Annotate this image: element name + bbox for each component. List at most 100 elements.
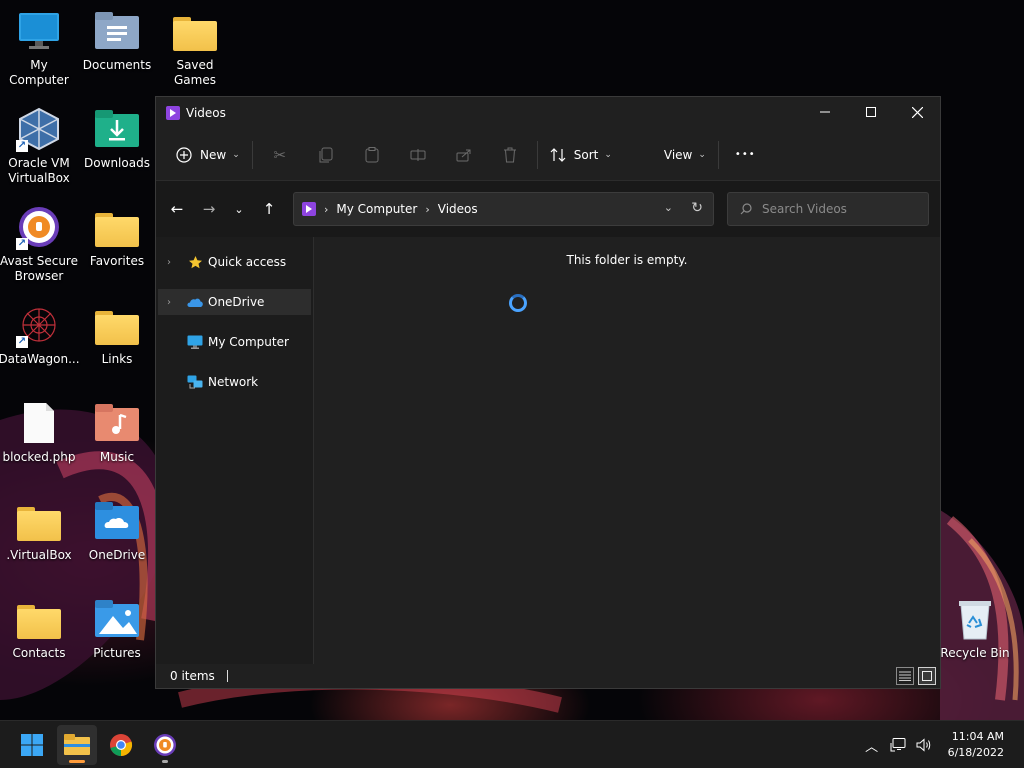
clock-date: 6/18/2022 bbox=[947, 746, 1004, 759]
command-bar: New ⌄ ✂ Sort ⌄ View ⌄ ••• bbox=[156, 129, 940, 181]
desktop-icon-label: OneDrive bbox=[88, 548, 146, 562]
search-box[interactable] bbox=[727, 192, 929, 226]
desktop-icon-pictures[interactable]: Pictures bbox=[78, 596, 156, 661]
copy-button[interactable] bbox=[303, 139, 349, 171]
datawagon-icon: ↗ bbox=[16, 302, 62, 348]
nav-item-label: Network bbox=[208, 375, 259, 389]
desktop-icon-onedrive[interactable]: OneDrive bbox=[78, 498, 156, 563]
search-icon bbox=[740, 203, 752, 215]
up-button[interactable]: ↑ bbox=[253, 193, 285, 225]
chevron-up-icon: ︿ bbox=[865, 739, 879, 755]
desktop-icon-virtualbox[interactable]: ↗ Oracle VM VirtualBox bbox=[0, 106, 78, 186]
paste-button[interactable] bbox=[349, 139, 395, 171]
close-icon bbox=[911, 106, 923, 118]
view-label: View bbox=[663, 147, 693, 162]
nav-item-onedrive[interactable]: › OneDrive bbox=[158, 289, 311, 315]
avast-browser-icon: ↗ bbox=[16, 204, 62, 250]
taskbar-avast-browser[interactable] bbox=[145, 725, 185, 765]
desktop-icon-label: Links bbox=[101, 352, 133, 366]
address-dropdown-button[interactable]: ⌄ bbox=[664, 201, 673, 214]
chevron-down-icon: ⌄ bbox=[604, 149, 612, 160]
star-icon bbox=[186, 254, 204, 270]
chevron-down-icon: ⌄ bbox=[698, 149, 706, 160]
refresh-button[interactable]: ↻ bbox=[691, 200, 703, 216]
videos-folder-icon bbox=[166, 106, 180, 120]
desktop-icon-label: My Computer bbox=[9, 58, 69, 87]
more-options-button[interactable]: ••• bbox=[723, 139, 764, 171]
desktop-icon-label: blocked.php bbox=[2, 450, 76, 464]
desktop-icon-favorites[interactable]: Favorites bbox=[78, 204, 156, 269]
desktop-icon-label: Avast Secure Browser bbox=[0, 254, 78, 283]
network-status-button[interactable] bbox=[886, 733, 910, 757]
desktop-icon-recycle-bin[interactable]: Recycle Bin bbox=[936, 596, 1014, 661]
minimize-button[interactable] bbox=[802, 97, 848, 127]
cut-button[interactable]: ✂ bbox=[257, 139, 303, 171]
desktop-icon-virtualbox-folder[interactable]: .VirtualBox bbox=[0, 498, 78, 563]
sort-button[interactable]: Sort ⌄ bbox=[542, 139, 620, 171]
search-input[interactable] bbox=[762, 202, 922, 216]
desktop-icon-blocked-php[interactable]: blocked.php bbox=[0, 400, 78, 465]
desktop-icon-music[interactable]: Music bbox=[78, 400, 156, 465]
taskbar-chrome[interactable] bbox=[101, 725, 141, 765]
start-button[interactable] bbox=[12, 725, 52, 765]
desktop-icon-label: Saved Games bbox=[174, 58, 216, 87]
shortcut-arrow-icon: ↗ bbox=[16, 336, 28, 348]
desktop-icon-my-computer[interactable]: My Computer bbox=[0, 8, 78, 88]
desktop-icon-saved-games[interactable]: Saved Games bbox=[156, 8, 234, 88]
cloud-icon bbox=[186, 294, 204, 310]
desktop-icon-label: Recycle Bin bbox=[940, 646, 1010, 660]
monitor-icon bbox=[186, 334, 204, 350]
chevron-right-icon: › bbox=[324, 202, 329, 216]
speaker-icon bbox=[916, 738, 930, 752]
details-view-button[interactable] bbox=[896, 667, 914, 685]
file-explorer-window[interactable]: Videos New ⌄ ✂ Sort ⌄ View ⌄ ••• ← → ⌄ ↑… bbox=[155, 96, 941, 689]
chevron-down-icon: ⌄ bbox=[232, 149, 240, 160]
nav-item-my-computer[interactable]: My Computer bbox=[158, 329, 311, 355]
breadcrumb-my-computer[interactable]: My Computer bbox=[336, 202, 417, 216]
chevron-right-icon[interactable]: › bbox=[162, 257, 176, 268]
desktop-icon-label: DataWagon... bbox=[0, 352, 80, 366]
title-bar[interactable]: Videos bbox=[156, 97, 940, 129]
refresh-icon: ↻ bbox=[691, 200, 703, 216]
recent-locations-button[interactable]: ⌄ bbox=[225, 193, 253, 225]
file-list-area[interactable]: This folder is empty. bbox=[314, 237, 940, 664]
rename-button[interactable] bbox=[395, 139, 441, 171]
desktop-icon-datawagon[interactable]: ↗ DataWagon... bbox=[0, 302, 80, 367]
folder-icon bbox=[16, 596, 62, 642]
virtualbox-icon: ↗ bbox=[16, 106, 62, 152]
folder-icon bbox=[94, 302, 140, 348]
taskbar-file-explorer[interactable] bbox=[57, 725, 97, 765]
toolbar-separator bbox=[717, 140, 719, 169]
file-icon bbox=[16, 400, 62, 446]
maximize-button[interactable] bbox=[848, 97, 894, 127]
chevron-right-icon[interactable]: › bbox=[162, 297, 176, 308]
desktop-icon-label: Downloads bbox=[84, 156, 150, 170]
onedrive-folder-icon bbox=[94, 498, 140, 544]
delete-button[interactable] bbox=[487, 139, 533, 171]
folder-icon bbox=[94, 204, 140, 250]
desktop-icon-documents[interactable]: Documents bbox=[78, 8, 156, 73]
close-button[interactable] bbox=[894, 97, 940, 127]
desktop-icon-contacts[interactable]: Contacts bbox=[0, 596, 78, 661]
folder-icon bbox=[172, 8, 218, 54]
loading-spinner-icon bbox=[509, 294, 527, 312]
forward-button[interactable]: → bbox=[193, 193, 225, 225]
desktop-icon-downloads[interactable]: Downloads bbox=[78, 106, 156, 171]
large-icons-view-button[interactable] bbox=[918, 667, 936, 685]
window-title: Videos bbox=[186, 106, 226, 120]
back-button[interactable]: ← bbox=[161, 193, 193, 225]
breadcrumb-videos[interactable]: Videos bbox=[438, 202, 478, 216]
desktop-icon-links[interactable]: Links bbox=[78, 302, 156, 367]
nav-item-network[interactable]: Network bbox=[158, 369, 311, 395]
paste-icon bbox=[365, 146, 379, 162]
share-button[interactable] bbox=[441, 139, 487, 171]
volume-button[interactable] bbox=[912, 733, 936, 757]
clock[interactable]: 11:04 AM 6/18/2022 bbox=[948, 729, 1004, 761]
view-button[interactable]: View ⌄ bbox=[656, 139, 714, 171]
show-hidden-icons-button[interactable]: ︿ bbox=[860, 733, 884, 757]
new-button[interactable]: New ⌄ bbox=[168, 139, 248, 171]
network-monitor-icon bbox=[890, 738, 906, 752]
address-bar[interactable]: › My Computer › Videos ⌄ ↻ bbox=[293, 192, 714, 226]
desktop-icon-avast-browser[interactable]: ↗ Avast Secure Browser bbox=[0, 204, 78, 284]
nav-item-quick-access[interactable]: › Quick access bbox=[158, 249, 311, 275]
